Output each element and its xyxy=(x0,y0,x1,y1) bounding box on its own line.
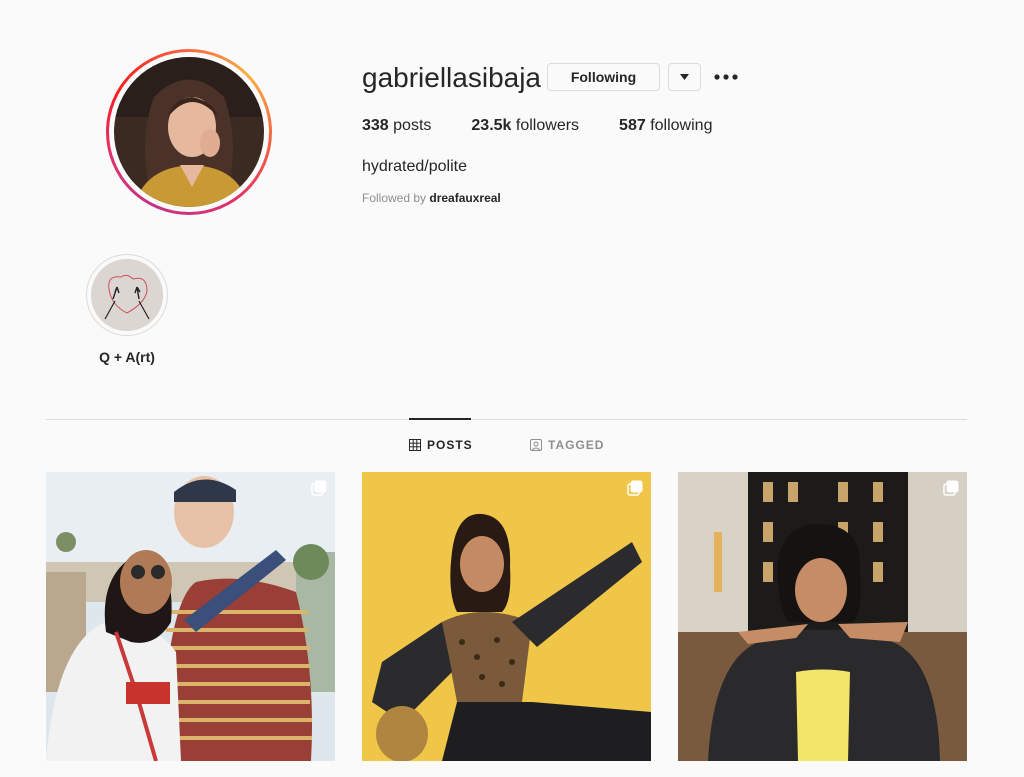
tab-posts[interactable]: POSTS xyxy=(409,438,473,452)
more-options-button[interactable] xyxy=(711,66,741,88)
followed-by: Followed by dreafauxreal xyxy=(362,191,501,205)
profile-username: gabriellasibaja xyxy=(362,62,542,93)
followed-by-user-link[interactable]: dreafauxreal xyxy=(429,191,500,205)
tagged-person-icon xyxy=(530,439,542,451)
followers-link[interactable]: 23.5k followers xyxy=(471,116,579,136)
post-image xyxy=(362,472,651,761)
active-tab-indicator xyxy=(409,418,471,420)
following-link[interactable]: 587 following xyxy=(619,116,712,136)
post-image xyxy=(46,472,335,761)
suggestions-dropdown-button[interactable] xyxy=(668,63,701,91)
post-thumbnail[interactable] xyxy=(678,472,967,761)
post-thumbnail[interactable] xyxy=(362,472,651,761)
story-highlight-label: Q + A(rt) xyxy=(99,349,155,365)
multiple-posts-icon xyxy=(627,480,643,496)
following-button[interactable]: Following xyxy=(547,63,660,91)
multiple-posts-icon xyxy=(311,480,327,496)
more-dots-icon xyxy=(714,74,738,80)
posts-count: 338 posts xyxy=(362,117,432,134)
post-thumbnail[interactable] xyxy=(46,472,335,761)
story-highlight[interactable] xyxy=(86,254,168,336)
post-image xyxy=(678,472,967,761)
profile-avatar-ring[interactable] xyxy=(106,49,272,215)
profile-bio: hydrated/polite xyxy=(362,158,467,175)
tabs-divider xyxy=(46,419,967,420)
tab-tagged[interactable]: TAGGED xyxy=(530,438,604,452)
highlight-cover xyxy=(91,259,163,331)
multiple-posts-icon xyxy=(943,480,959,496)
profile-avatar xyxy=(114,57,264,207)
grid-icon xyxy=(409,439,421,451)
profile-stats: 338 posts 23.5k followers 587 following xyxy=(362,116,752,136)
caret-down-icon xyxy=(680,74,689,80)
